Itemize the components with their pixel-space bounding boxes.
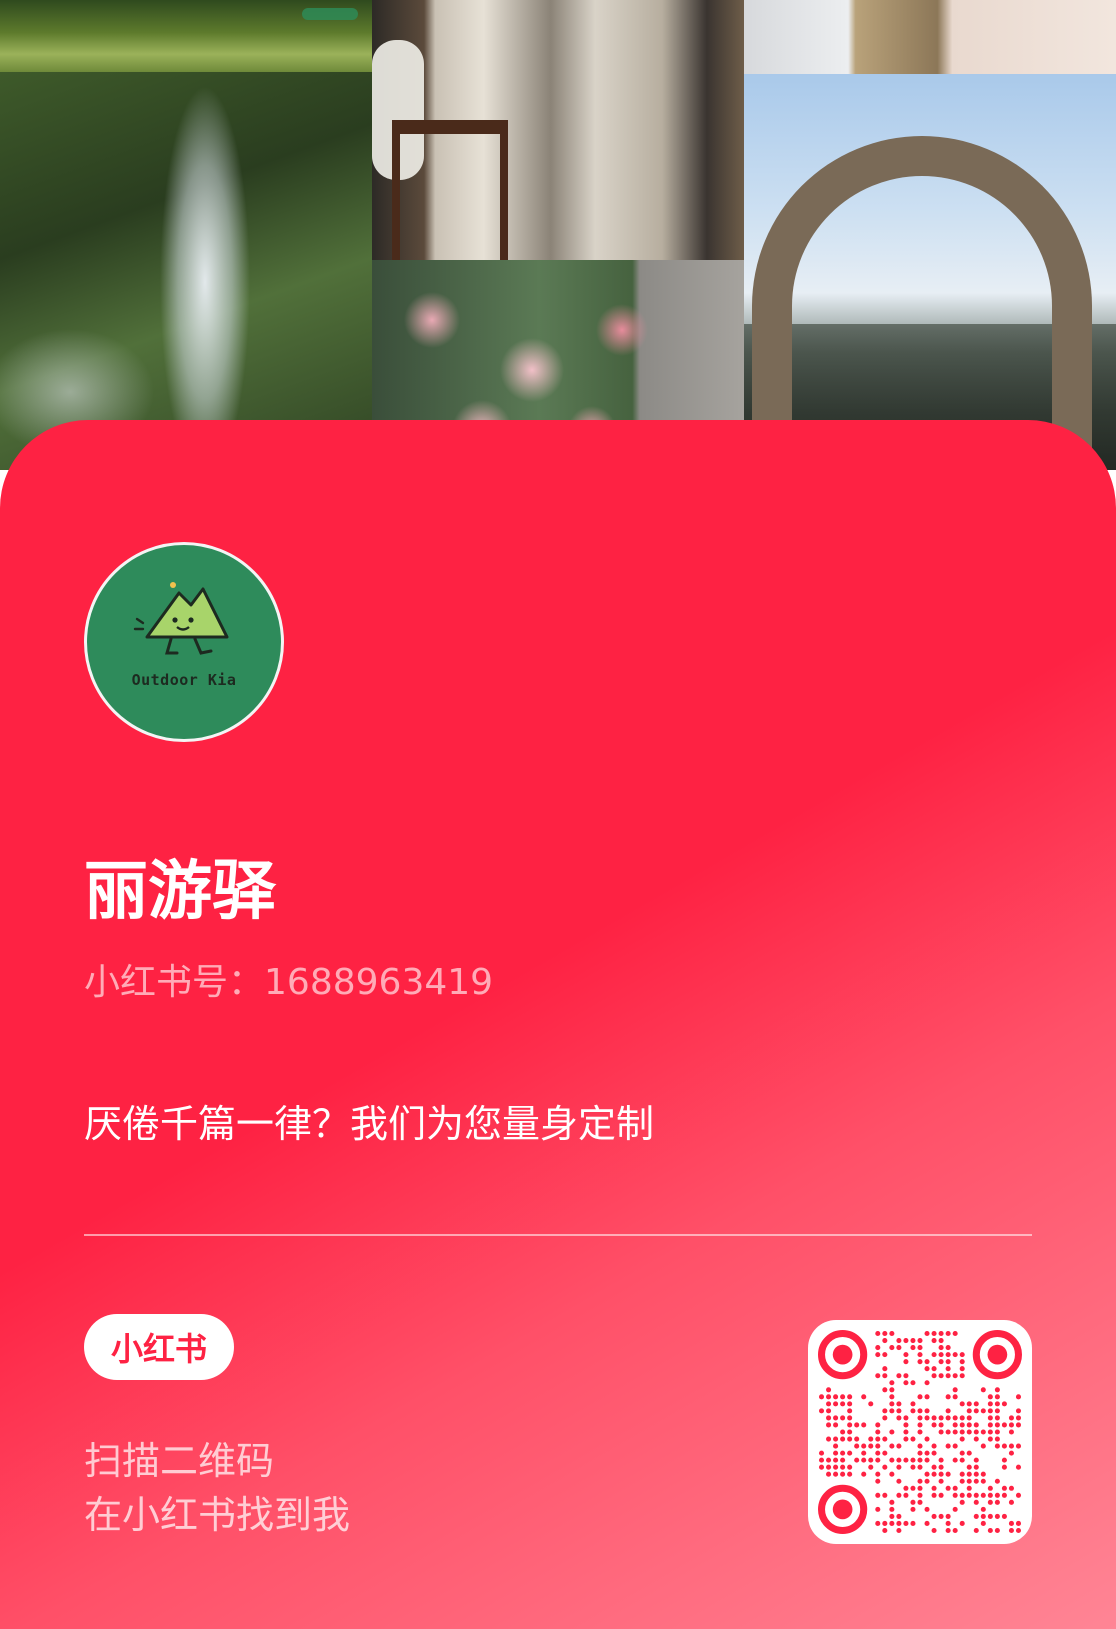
cover-photo-collage	[0, 0, 1116, 470]
scan-instruction-line1: 扫描二维码	[84, 1439, 275, 1483]
display-name: 丽游驿	[84, 855, 276, 927]
qr-code-pattern	[818, 1330, 1022, 1534]
photo-waterfall	[0, 72, 372, 470]
photo-stone-bowls	[744, 0, 1116, 74]
app-logo: 小红书	[84, 1314, 234, 1380]
photo-old-street-alley	[372, 0, 744, 260]
avatar-brand-text: Outdoor Kia	[131, 671, 237, 689]
qr-code[interactable]	[808, 1320, 1032, 1544]
user-id-label: 小红书号：	[84, 962, 265, 1003]
profile-card: Outdoor Kia 丽游驿 小红书号：1688963419 厌倦千篇一律？我…	[0, 420, 1116, 1629]
bio-text: 厌倦千篇一律？我们为您量身定制	[84, 1102, 655, 1146]
user-id-value[interactable]: 1688963419	[264, 962, 493, 1003]
mountain-mascot-icon	[133, 582, 229, 655]
scan-instruction-line2: 在小红书找到我	[84, 1493, 351, 1537]
avatar[interactable]: Outdoor Kia	[84, 542, 284, 742]
photo-mossy-rocks	[0, 0, 372, 72]
photo-stone-arch-bridge	[744, 74, 1116, 470]
divider	[84, 1234, 1032, 1236]
user-id-row: 小红书号：1688963419	[84, 953, 493, 1005]
